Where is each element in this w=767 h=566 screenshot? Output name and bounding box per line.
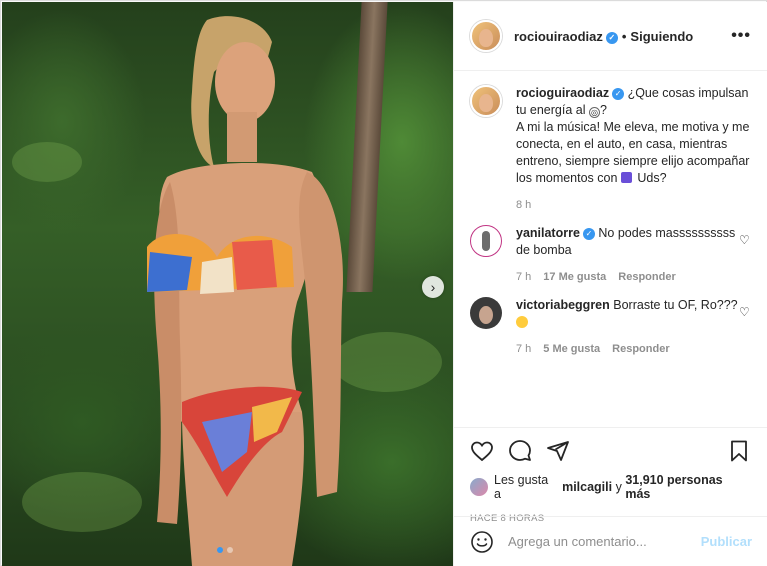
verified-icon: ✓ [582, 228, 595, 240]
like-comment-heart-icon[interactable]: ♡ [739, 233, 751, 283]
heart-icon[interactable] [470, 439, 494, 463]
model-figure [147, 16, 343, 566]
comment-username[interactable]: yanilatorre [516, 226, 580, 240]
likes-summary: Les gusta a milcagili y 31,910 personas … [470, 473, 751, 501]
comment-item: yanilatorre ✓ No podes massssssssss de bo… [470, 225, 751, 283]
comment-username[interactable]: victoriabeggren [516, 298, 610, 312]
emoji-icon: ◎ [588, 107, 600, 118]
commenter-avatar[interactable] [470, 225, 502, 257]
carousel-dot [227, 547, 233, 553]
add-comment-bar: Publicar [454, 516, 767, 566]
publish-button[interactable]: Publicar [701, 534, 752, 549]
comment-icon[interactable] [508, 439, 532, 463]
commenter-avatar[interactable] [470, 297, 502, 329]
instagram-post-window: › rociouiraodiaz ✓ • Siguiendo ••• rociog… [0, 0, 767, 566]
next-photo-button[interactable]: › [422, 276, 444, 298]
post-header: rociouiraodiaz ✓ • Siguiendo ••• [454, 2, 767, 71]
reply-button[interactable]: Responder [618, 271, 675, 283]
comment-time[interactable]: 7 h [516, 343, 531, 355]
comment-likes[interactable]: 5 Me gusta [543, 343, 600, 355]
action-icons [470, 438, 751, 464]
comment-text: victoriabeggren Borraste tu OF, Ro??? [516, 297, 739, 331]
comment-meta: 7 h 17 Me gusta Responder [516, 271, 739, 283]
comment-text: yanilatorre ✓ No podes massssssssss de bo… [516, 226, 736, 257]
comment-item: victoriabeggren Borraste tu OF, Ro??? 7 … [470, 297, 751, 355]
post-photo[interactable]: › [2, 2, 453, 566]
carousel-dot [217, 547, 223, 553]
share-icon[interactable] [546, 439, 570, 463]
comment-likes[interactable]: 17 Me gusta [543, 271, 606, 283]
author-avatar[interactable] [470, 85, 502, 117]
caption: rocioguiraodiaz ✓ ¿Que cosas impulsan tu … [470, 85, 751, 211]
reply-button[interactable]: Responder [612, 343, 669, 355]
post-actions: Les gusta a milcagili y 31,910 personas … [454, 427, 767, 527]
comment-meta: 7 h 5 Me gusta Responder [516, 343, 739, 355]
caption-username[interactable]: rocioguiraodiaz [516, 86, 609, 100]
verified-icon: ✓ [612, 88, 625, 100]
comments-list: rocioguiraodiaz ✓ ¿Que cosas impulsan tu … [454, 71, 767, 427]
following-button[interactable]: Siguiendo [630, 29, 693, 44]
like-comment-heart-icon[interactable]: ♡ [739, 305, 751, 355]
separator-dot: • [621, 28, 627, 44]
author-username[interactable]: rociouiraodiaz ✓ [514, 29, 618, 44]
comment-input[interactable] [508, 534, 701, 549]
verified-icon: ✓ [605, 31, 618, 44]
likes-count[interactable]: 31,910 personas más [625, 473, 751, 501]
liker-username[interactable]: milcagili [562, 480, 612, 494]
caption-time[interactable]: 8 h [516, 199, 531, 211]
thinking-emoji-icon [516, 316, 528, 328]
author-avatar[interactable] [470, 20, 502, 52]
more-horizontal-icon[interactable]: ••• [731, 27, 751, 45]
caption-text: rocioguiraodiaz ✓ ¿Que cosas impulsan tu … [516, 86, 750, 185]
liker-avatar[interactable] [470, 478, 488, 496]
post-side-panel: rociouiraodiaz ✓ • Siguiendo ••• rociogui… [453, 2, 767, 566]
emoji-picker-icon[interactable] [470, 530, 494, 554]
comment-time[interactable]: 7 h [516, 271, 531, 283]
music-emoji-icon [620, 172, 632, 183]
caption-meta: 8 h [516, 199, 751, 211]
carousel-dots [217, 547, 233, 553]
bookmark-icon[interactable] [727, 439, 751, 463]
